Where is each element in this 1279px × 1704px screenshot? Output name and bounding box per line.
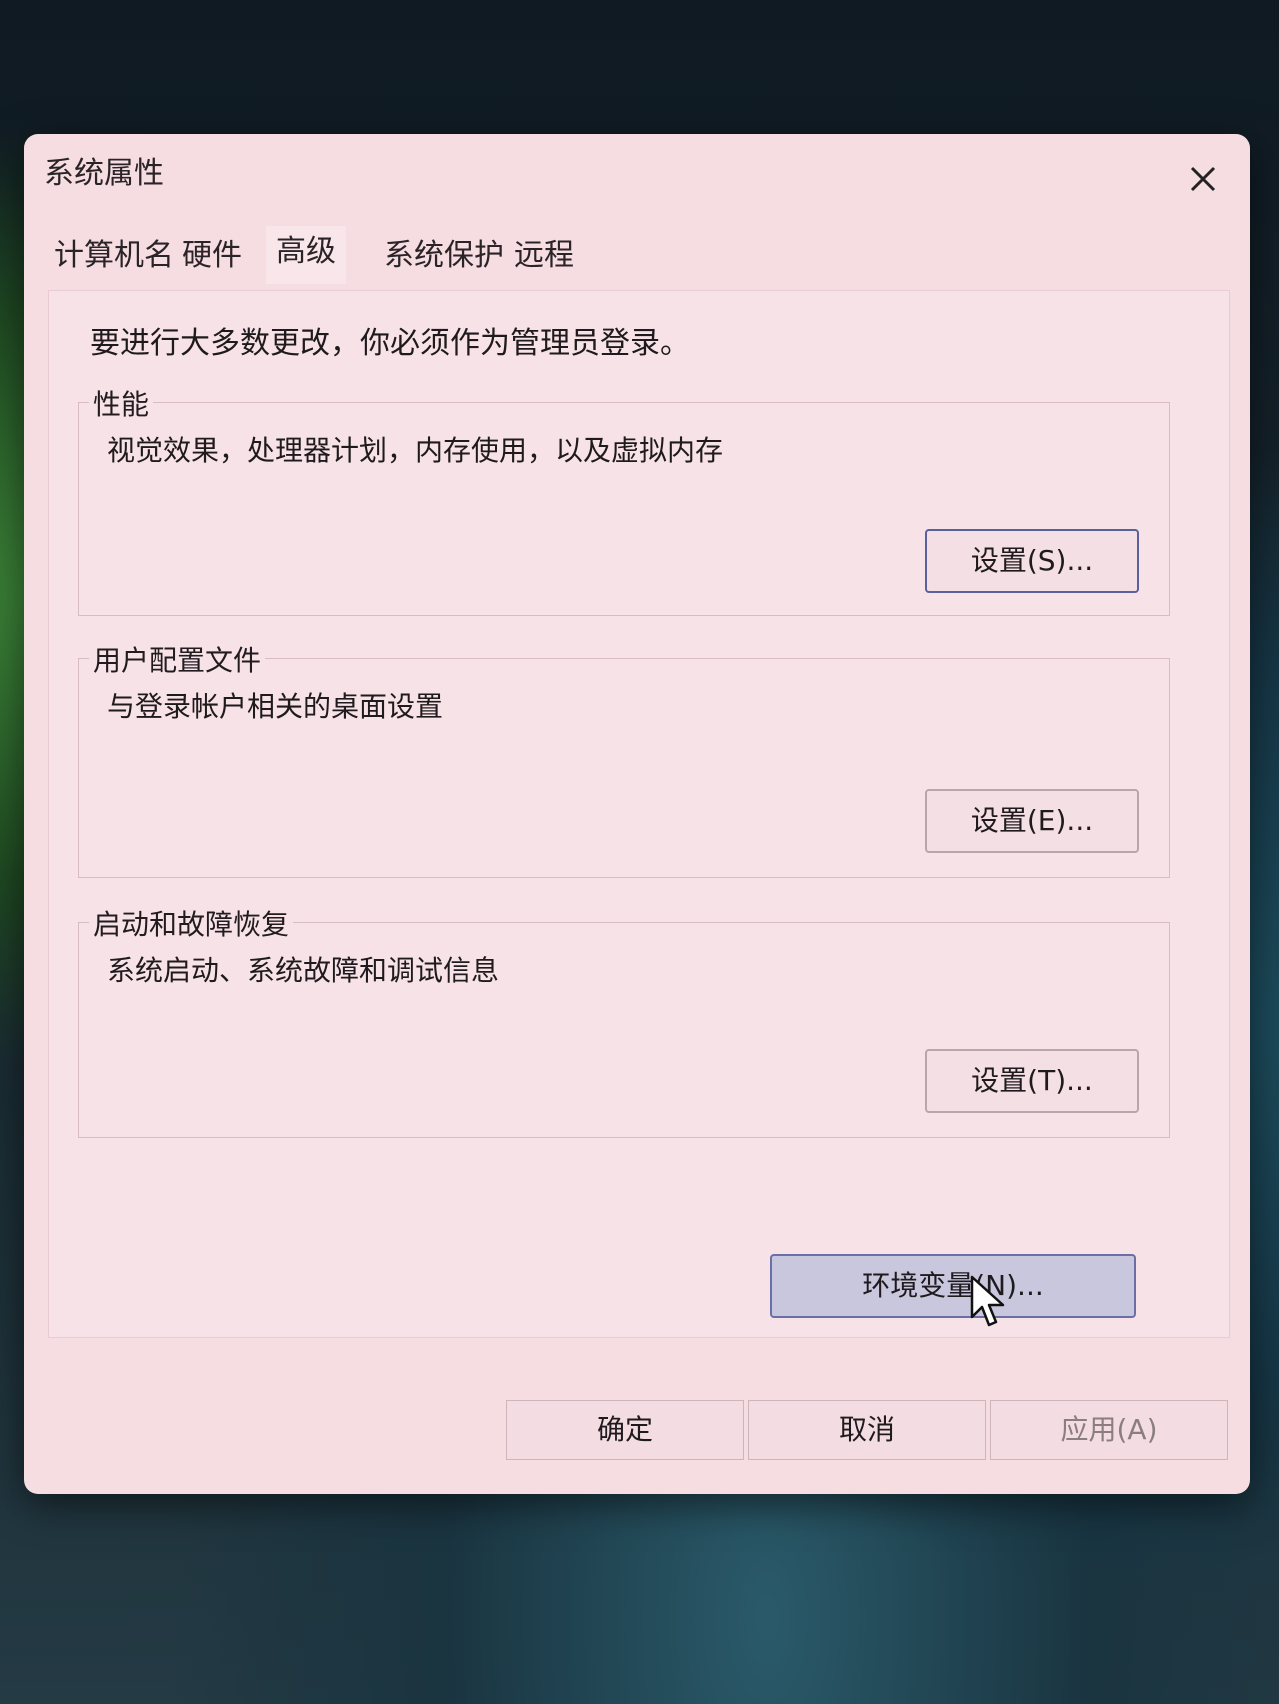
apply-button[interactable]: 应用(A) xyxy=(990,1400,1228,1460)
tab-system-protection[interactable]: 系统保护 xyxy=(374,230,514,282)
user-profile-description: 与登录帐户相关的桌面设置 xyxy=(107,690,444,723)
performance-settings-button[interactable]: 设置(S)... xyxy=(925,529,1139,593)
tab-hardware[interactable]: 硬件 xyxy=(172,230,252,282)
tab-advanced[interactable]: 高级 xyxy=(266,226,346,284)
startup-recovery-label: 启动和故障恢复 xyxy=(89,903,294,943)
dialog-footer: 确定 取消 应用(A) xyxy=(24,1374,1250,1494)
user-profile-settings-button[interactable]: 设置(E)... xyxy=(925,789,1139,853)
performance-description: 视觉效果，处理器计划，内存使用，以及虚拟内存 xyxy=(107,434,724,467)
startup-recovery-description: 系统启动、系统故障和调试信息 xyxy=(107,954,500,987)
tab-bar: 计算机名 硬件 高级 系统保护 远程 xyxy=(44,226,1224,290)
ok-button[interactable]: 确定 xyxy=(506,1400,744,1460)
system-properties-dialog: 系统属性 计算机名 硬件 高级 系统保护 远程 要进行大多数更改，你必须作为管理… xyxy=(24,134,1250,1494)
close-icon xyxy=(1190,166,1216,192)
close-button[interactable] xyxy=(1180,156,1226,202)
user-profile-label: 用户配置文件 xyxy=(89,639,266,679)
tab-computer-name[interactable]: 计算机名 xyxy=(44,230,184,282)
tab-remote[interactable]: 远程 xyxy=(504,230,584,282)
startup-recovery-group: 启动和故障恢复 系统启动、系统故障和调试信息 设置(T)... xyxy=(78,903,1170,1138)
admin-note: 要进行大多数更改，你必须作为管理员登录。 xyxy=(90,326,690,361)
performance-group: 性能 视觉效果，处理器计划，内存使用，以及虚拟内存 设置(S)... xyxy=(78,383,1170,616)
startup-recovery-settings-button[interactable]: 设置(T)... xyxy=(925,1049,1139,1113)
environment-variables-button[interactable]: 环境变量(N)... xyxy=(770,1254,1136,1318)
window-title: 系统属性 xyxy=(44,156,164,191)
user-profile-group: 用户配置文件 与登录帐户相关的桌面设置 设置(E)... xyxy=(78,639,1170,878)
performance-label: 性能 xyxy=(89,383,154,423)
cancel-button[interactable]: 取消 xyxy=(748,1400,986,1460)
mouse-pointer-icon xyxy=(970,1275,1005,1327)
